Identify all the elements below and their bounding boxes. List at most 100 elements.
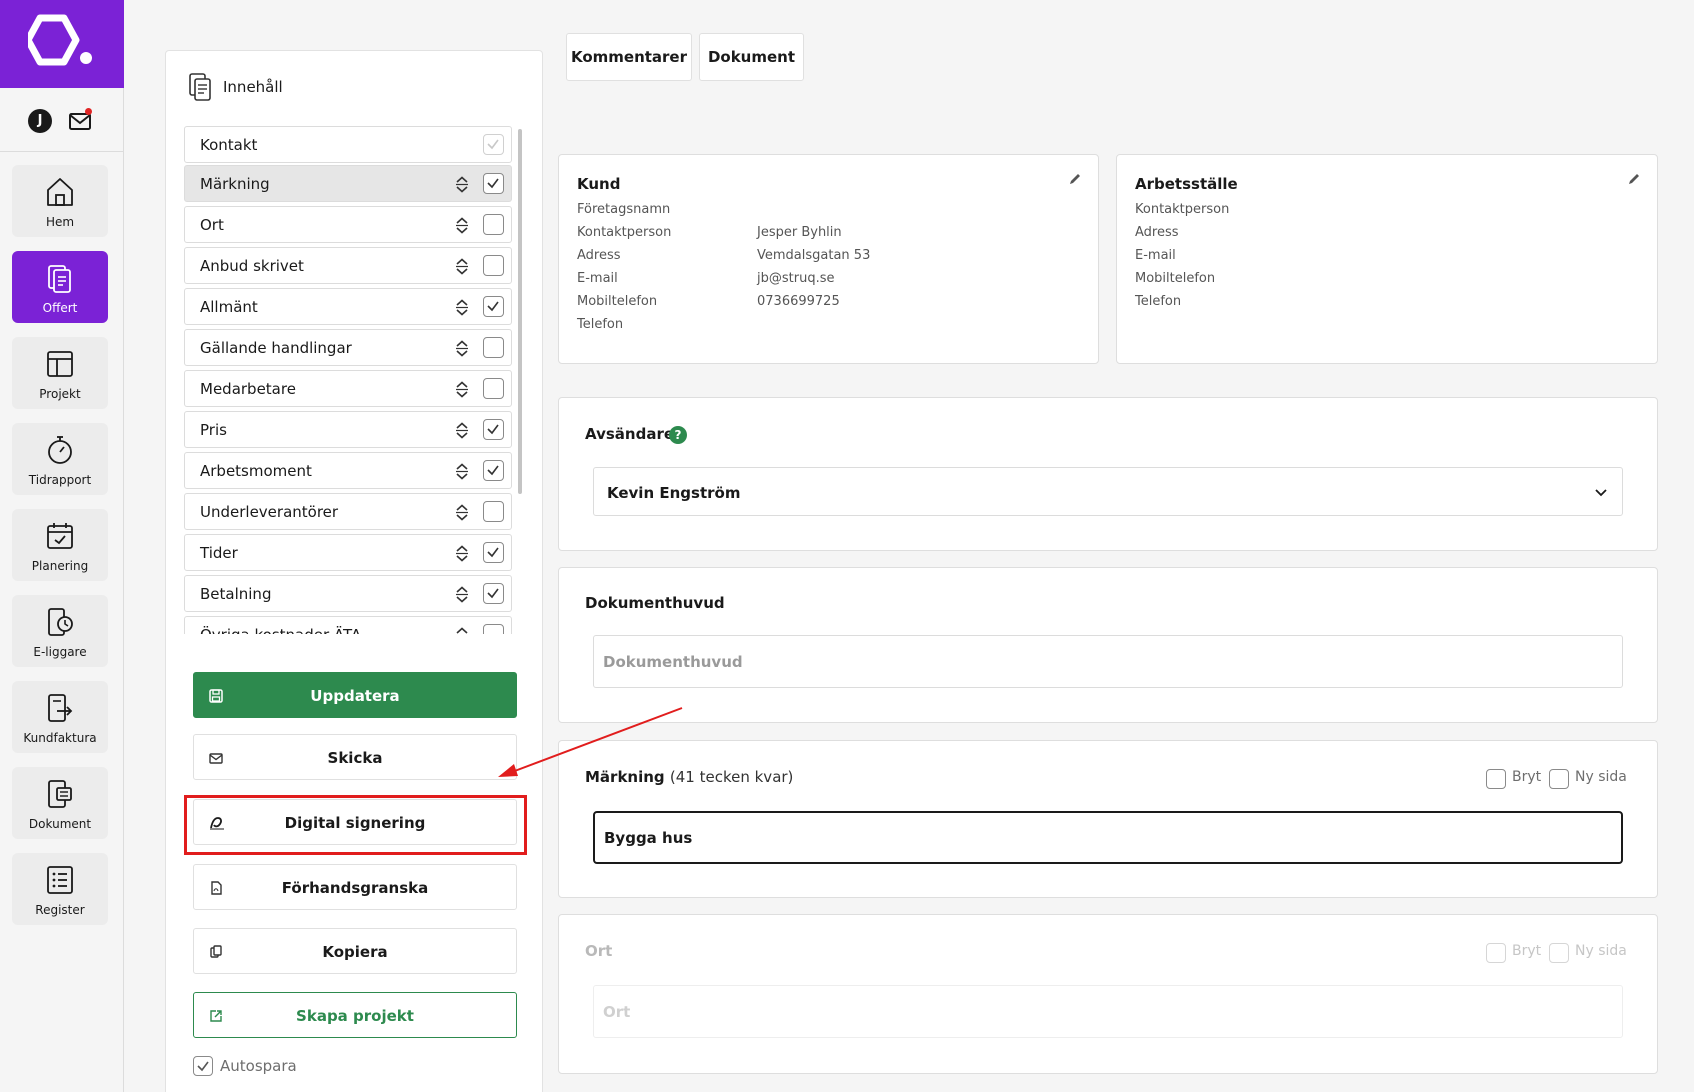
sort-icon[interactable] <box>455 463 469 480</box>
new-page-checkbox[interactable] <box>1549 769 1569 789</box>
list-item-pris[interactable]: Pris <box>184 411 512 448</box>
list-item-ovriga-kostnader[interactable]: Övriga kostnader ÄTA <box>184 616 512 634</box>
list-item-label: Anbud skrivet <box>200 257 304 275</box>
check-icon <box>197 1061 209 1072</box>
checkbox[interactable] <box>483 542 504 563</box>
sort-icon[interactable] <box>455 176 469 193</box>
customer-field-label: Kontaktperson <box>577 225 672 240</box>
checkbox[interactable] <box>483 214 504 235</box>
nav-item-dokument[interactable]: Dokument <box>12 767 108 839</box>
list-item-label: Övriga kostnader ÄTA <box>200 626 361 634</box>
checkbox[interactable] <box>483 337 504 358</box>
button-label: Förhandsgranska <box>281 879 429 897</box>
sort-icon[interactable] <box>455 545 469 562</box>
checkbox[interactable] <box>483 583 504 604</box>
button-label: Skapa projekt <box>296 1007 414 1025</box>
preview-button[interactable]: Förhandsgranska <box>193 864 517 910</box>
check-icon <box>487 465 499 476</box>
sort-icon[interactable] <box>455 381 469 398</box>
marking-input[interactable] <box>593 811 1623 864</box>
list-item-tider[interactable]: Tider <box>184 534 512 571</box>
nav-item-e-liggare[interactable]: E-liggare <box>12 595 108 667</box>
customer-field-value: jb@struq.se <box>757 271 835 286</box>
send-button[interactable]: Skicka <box>193 734 517 780</box>
tab-kommentarer[interactable]: Kommentarer <box>566 33 692 81</box>
location-title: Ort <box>585 942 613 960</box>
nav-item-offert[interactable]: Offert <box>12 251 108 323</box>
customer-field-value: Vemdalsgatan 53 <box>757 248 871 263</box>
list-scrollbar[interactable] <box>518 129 522 494</box>
location-card: Ort Bryt Ny sida <box>558 914 1658 1074</box>
new-page-checkbox[interactable] <box>1549 943 1569 963</box>
checkbox[interactable] <box>483 501 504 522</box>
list-item-underleverantorer[interactable]: Underleverantörer <box>184 493 512 530</box>
break-checkbox[interactable] <box>1486 769 1506 789</box>
sort-icon[interactable] <box>455 504 469 521</box>
help-icon[interactable]: ? <box>669 426 687 444</box>
checkbox[interactable] <box>483 378 504 399</box>
user-avatar[interactable]: J <box>28 109 52 133</box>
nav-label: Offert <box>42 301 78 315</box>
list-item-gallande-handlingar[interactable]: Gällande handlingar <box>184 329 512 366</box>
checkbox[interactable] <box>483 134 504 155</box>
sort-icon[interactable] <box>455 340 469 357</box>
list-item-medarbetare[interactable]: Medarbetare <box>184 370 512 407</box>
sort-icon[interactable] <box>455 627 469 634</box>
list-item-allmant[interactable]: Allmänt <box>184 288 512 325</box>
sort-icon[interactable] <box>455 422 469 439</box>
list-item-anbud-skrivet[interactable]: Anbud skrivet <box>184 247 512 284</box>
create-project-button[interactable]: Skapa projekt <box>193 992 517 1038</box>
marking-title-text: Märkning <box>585 768 665 786</box>
nav-item-planering[interactable]: Planering <box>12 509 108 581</box>
nav-label: E-liggare <box>33 645 87 659</box>
list-item-ort[interactable]: Ort <box>184 206 512 243</box>
nav-label: Hem <box>45 215 75 229</box>
list-item-betalning[interactable]: Betalning <box>184 575 512 612</box>
brand-logo[interactable] <box>0 0 124 88</box>
list-item-label: Pris <box>200 421 227 439</box>
copy-button[interactable]: Kopiera <box>193 928 517 974</box>
notification-dot <box>85 108 92 115</box>
nav-label: Planering <box>31 559 89 573</box>
marking-card: Märkning (41 tecken kvar) Bryt Ny sida <box>558 740 1658 898</box>
sort-icon[interactable] <box>455 586 469 603</box>
autosave-checkbox[interactable] <box>193 1056 213 1076</box>
customer-field-label: E-mail <box>577 271 618 286</box>
checkbox[interactable] <box>483 624 504 634</box>
tab-dokument[interactable]: Dokument <box>699 33 804 81</box>
button-label: Skicka <box>327 749 383 767</box>
nav-item-tidrapport[interactable]: Tidrapport <box>12 423 108 495</box>
checkbox[interactable] <box>483 255 504 276</box>
sort-icon[interactable] <box>455 217 469 234</box>
sidebar: J Hem Offert Projekt Tidrapport Planerin… <box>0 0 124 1092</box>
sort-icon[interactable] <box>455 258 469 275</box>
check-icon <box>487 301 499 312</box>
checkbox[interactable] <box>483 173 504 194</box>
nav-item-kundfaktura[interactable]: Kundfaktura <box>12 681 108 753</box>
nav-item-projekt[interactable]: Projekt <box>12 337 108 409</box>
document-icon <box>48 780 72 808</box>
list-item-label: Gällande handlingar <box>200 339 352 357</box>
list-item-markning[interactable]: Märkning <box>184 165 512 202</box>
checkbox[interactable] <box>483 460 504 481</box>
doc-header-input[interactable] <box>593 635 1623 688</box>
checkbox[interactable] <box>483 296 504 317</box>
nav-label: Tidrapport <box>28 473 92 487</box>
edit-pencil-icon[interactable] <box>1068 172 1082 186</box>
update-button[interactable]: Uppdatera <box>193 672 517 718</box>
workplace-field-label: Mobiltelefon <box>1135 271 1216 286</box>
customer-field-value: Jesper Byhlin <box>757 225 842 240</box>
location-input[interactable] <box>593 985 1623 1038</box>
edit-pencil-icon[interactable] <box>1627 172 1641 186</box>
list-item-kontakt[interactable]: Kontakt <box>184 126 512 163</box>
nav-label: Dokument <box>28 817 92 831</box>
checkbox[interactable] <box>483 419 504 440</box>
customer-card: Kund Företagsnamn Kontaktperson Jesper B… <box>558 154 1099 364</box>
nav-item-hem[interactable]: Hem <box>12 165 108 237</box>
sender-select[interactable]: Kevin Engström <box>593 467 1623 516</box>
list-item-arbetsmoment[interactable]: Arbetsmoment <box>184 452 512 489</box>
break-checkbox[interactable] <box>1486 943 1506 963</box>
nav-item-register[interactable]: Register <box>12 853 108 925</box>
content-panel: Innehåll Kontakt Märkning Ort Anbud skri… <box>165 50 543 1092</box>
sort-icon[interactable] <box>455 299 469 316</box>
